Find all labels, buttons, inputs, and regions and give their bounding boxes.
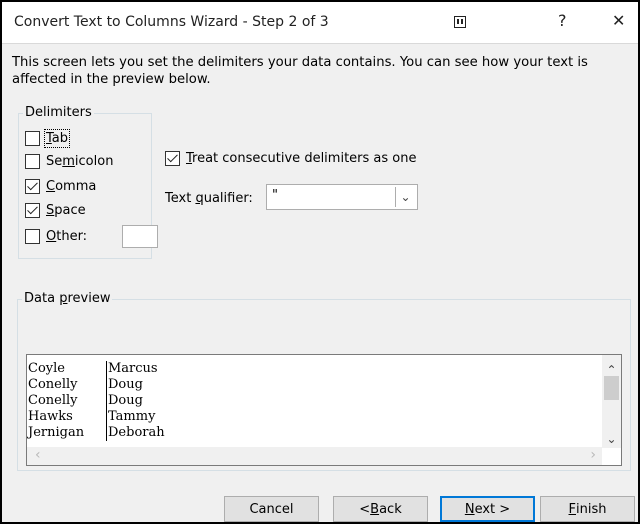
preview-row: Hawks Tammy bbox=[27, 409, 602, 425]
comma-label: Comma bbox=[46, 179, 97, 194]
preview-row: Conelly Doug bbox=[27, 377, 602, 393]
preview-cell-col1: Coyle bbox=[27, 361, 107, 377]
back-button[interactable]: < Back bbox=[333, 496, 428, 522]
scroll-right-icon[interactable]: › bbox=[590, 447, 596, 463]
preview-row: Coyle Marcus bbox=[27, 361, 602, 377]
comma-delimiter-option[interactable]: Comma bbox=[25, 179, 96, 194]
delimiters-group: Delimiters Tab Semicolon Comma Space Oth… bbox=[18, 105, 158, 259]
preview-cell-col1: Conelly bbox=[27, 393, 107, 409]
preview-cell-col2: Tammy bbox=[108, 409, 156, 424]
chevron-down-icon[interactable]: ⌄ bbox=[395, 187, 415, 207]
data-preview-box[interactable]: Coyle Marcus Conelly Doug Conelly Doug H… bbox=[26, 354, 622, 466]
text-qualifier-label: Text qualifier: bbox=[165, 191, 253, 206]
close-button[interactable]: ✕ bbox=[612, 11, 625, 30]
tab-checkbox[interactable] bbox=[25, 131, 40, 146]
cancel-button[interactable]: Cancel bbox=[224, 496, 319, 522]
preview-table[interactable]: Coyle Marcus Conelly Doug Conelly Doug H… bbox=[27, 361, 602, 446]
tab-delimiter-option[interactable]: Tab bbox=[25, 129, 71, 148]
treat-consecutive-checkbox[interactable] bbox=[165, 151, 180, 166]
other-delimiter-input[interactable] bbox=[122, 225, 158, 248]
title-bar: Convert Text to Columns Wizard - Step 2 … bbox=[2, 2, 638, 44]
text-to-columns-dialog: Convert Text to Columns Wizard - Step 2 … bbox=[0, 0, 640, 524]
comma-checkbox[interactable] bbox=[25, 179, 40, 194]
preview-cell-col2: Marcus bbox=[108, 361, 158, 376]
semicolon-label: Semicolon bbox=[46, 154, 114, 169]
space-label: Space bbox=[46, 203, 86, 218]
treat-consecutive-label: Treat consecutive delimiters as one bbox=[186, 151, 417, 166]
next-button[interactable]: Next > bbox=[440, 496, 535, 522]
preview-cell-col1: Conelly bbox=[27, 377, 107, 393]
text-qualifier-select[interactable]: " ⌄ bbox=[266, 184, 418, 210]
other-label: Other: bbox=[46, 229, 88, 244]
scroll-left-icon[interactable]: ‹ bbox=[35, 447, 41, 463]
data-preview-group: Data preview Coyle Marcus Conelly Doug C… bbox=[17, 291, 631, 471]
help-button[interactable]: ? bbox=[558, 11, 567, 30]
preview-cell-col2: Deborah bbox=[108, 425, 165, 440]
preview-row: Conelly Doug bbox=[27, 393, 602, 409]
tab-label: Tab bbox=[43, 129, 71, 148]
treat-consecutive-option[interactable]: Treat consecutive delimiters as one bbox=[165, 151, 416, 166]
preview-cell-col2: Doug bbox=[108, 377, 143, 392]
other-checkbox[interactable] bbox=[25, 229, 40, 244]
vertical-scrollbar[interactable]: ⌃ ⌄ bbox=[602, 355, 621, 448]
preview-cell-col1: Jernigan bbox=[27, 425, 107, 441]
delimiters-group-label: Delimiters bbox=[23, 105, 94, 120]
data-preview-label: Data preview bbox=[22, 291, 113, 306]
text-qualifier-value: " bbox=[272, 188, 278, 203]
horizontal-scrollbar[interactable]: ‹ › bbox=[27, 447, 602, 465]
finish-button[interactable]: Finish bbox=[540, 496, 635, 522]
semicolon-checkbox[interactable] bbox=[25, 154, 40, 169]
window-title: Convert Text to Columns Wizard - Step 2 … bbox=[14, 14, 329, 30]
scroll-up-icon[interactable]: ⌃ bbox=[602, 363, 621, 377]
preview-cell-col2: Doug bbox=[108, 393, 143, 408]
other-delimiter-option[interactable]: Other: bbox=[25, 229, 87, 244]
space-delimiter-option[interactable]: Space bbox=[25, 203, 86, 218]
columns-icon[interactable] bbox=[454, 13, 466, 32]
scrollbar-thumb[interactable] bbox=[604, 376, 619, 400]
scroll-down-icon[interactable]: ⌄ bbox=[602, 432, 621, 446]
semicolon-delimiter-option[interactable]: Semicolon bbox=[25, 154, 113, 169]
space-checkbox[interactable] bbox=[25, 203, 40, 218]
instructions-text: This screen lets you set the delimiters … bbox=[12, 55, 588, 87]
preview-row: Jernigan Deborah bbox=[27, 425, 602, 441]
preview-cell-col1: Hawks bbox=[27, 409, 107, 425]
